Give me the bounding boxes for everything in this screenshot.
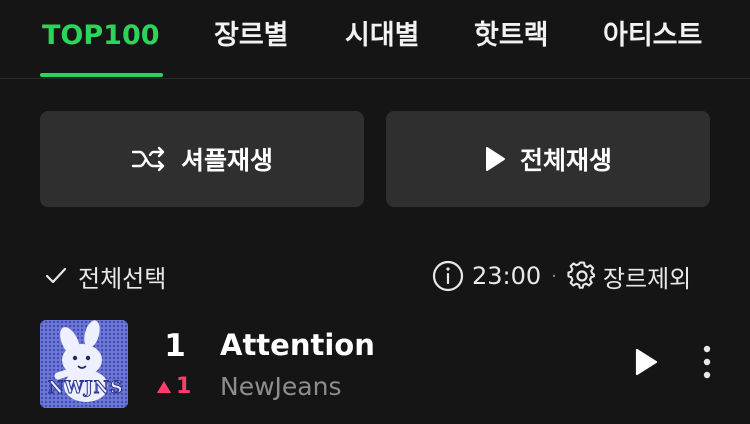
track-rank: 1 <box>164 328 186 364</box>
genre-exclude-button[interactable]: 장르제외 <box>567 259 691 294</box>
track-play-button[interactable] <box>628 344 664 380</box>
rank-change-value: 1 <box>176 374 192 399</box>
check-icon <box>44 266 68 286</box>
tab-era[interactable]: 시대별 <box>345 16 420 56</box>
select-all-button[interactable]: 전체선택 <box>44 256 166 296</box>
shuffle-play-button[interactable]: 셔플재생 <box>40 111 364 207</box>
gear-icon <box>567 261 597 291</box>
tab-genre[interactable]: 장르별 <box>214 16 289 56</box>
track-title[interactable]: Attention <box>220 328 375 362</box>
play-all-label: 전체재생 <box>519 146 612 175</box>
tab-top100[interactable]: TOP100 <box>42 16 160 56</box>
tab-hot-track[interactable]: 핫트랙 <box>474 16 549 56</box>
play-icon <box>484 146 506 172</box>
info-icon[interactable] <box>432 260 464 292</box>
genre-exclude-label: 장르제외 <box>602 264 692 293</box>
tab-artist[interactable]: 아티스트 <box>603 16 702 56</box>
track-artist[interactable]: NewJeans <box>220 372 341 401</box>
chart-update-time: 23:00 <box>472 262 542 290</box>
shuffle-icon <box>131 146 167 172</box>
shuffle-play-label: 셔플재생 <box>180 146 273 175</box>
top-tab-bar: TOP100 장르별 시대별 핫트랙 아티스트 <box>0 0 750 79</box>
album-art[interactable]: NWJNS <box>40 320 128 408</box>
chart-meta: 23:00 · 장르제외 <box>432 256 691 296</box>
play-all-button[interactable]: 전체재생 <box>386 111 710 207</box>
more-vertical-icon <box>703 345 711 379</box>
rank-change: 1 <box>156 374 191 399</box>
track-row[interactable]: NWJNS 1 1 Attention NewJeans <box>0 318 750 410</box>
active-tab-indicator <box>40 73 163 77</box>
select-all-label: 전체선택 <box>78 264 167 293</box>
triangle-up-icon <box>156 380 172 394</box>
play-icon <box>633 347 659 377</box>
album-art-text: NWJNS <box>48 378 124 399</box>
track-more-button[interactable] <box>692 342 722 382</box>
separator-dot: · <box>551 265 557 287</box>
